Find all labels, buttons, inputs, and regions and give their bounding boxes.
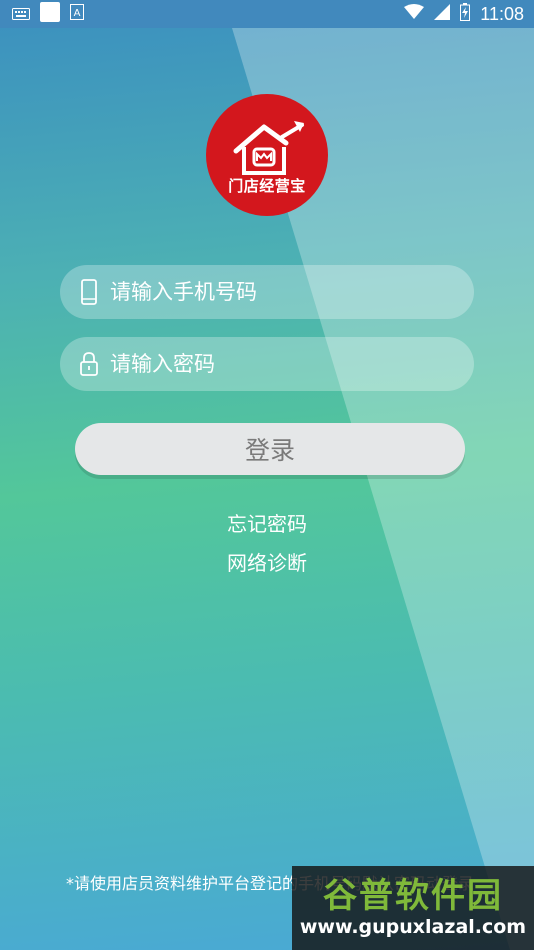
battery-charging-icon bbox=[460, 2, 471, 26]
network-diagnosis-row: 网络诊断 bbox=[0, 547, 534, 576]
app-logo: 门店经营宝 bbox=[206, 94, 328, 216]
watermark-url: www.gupuxlazal.com bbox=[299, 916, 527, 938]
password-input[interactable] bbox=[110, 352, 474, 376]
notification-a-icon: A bbox=[70, 4, 84, 24]
logo-text: 门店经营宝 bbox=[228, 176, 306, 195]
forgot-password-link[interactable]: 忘记密码 bbox=[227, 512, 307, 536]
svg-text:A: A bbox=[74, 8, 81, 19]
keyboard-icon bbox=[12, 5, 30, 24]
wifi-icon bbox=[404, 3, 425, 25]
password-field[interactable] bbox=[60, 337, 474, 391]
phone-input[interactable] bbox=[110, 280, 474, 304]
login-button[interactable]: 登录 bbox=[75, 423, 465, 475]
phone-icon bbox=[76, 277, 102, 307]
app-square-icon bbox=[40, 2, 60, 26]
lock-icon bbox=[76, 349, 102, 379]
forgot-password-row: 忘记密码 bbox=[0, 508, 534, 537]
network-diagnosis-link[interactable]: 网络诊断 bbox=[227, 551, 307, 575]
watermark: 谷普软件园 www.gupuxlazal.com bbox=[292, 866, 534, 950]
house-growth-arrow-icon bbox=[226, 115, 308, 181]
watermark-name: 谷普软件园 bbox=[323, 876, 503, 916]
status-time: 11:08 bbox=[480, 3, 524, 24]
phone-field[interactable] bbox=[60, 265, 474, 319]
signal-icon bbox=[434, 3, 451, 25]
status-bar: A 11:08 bbox=[0, 0, 534, 28]
